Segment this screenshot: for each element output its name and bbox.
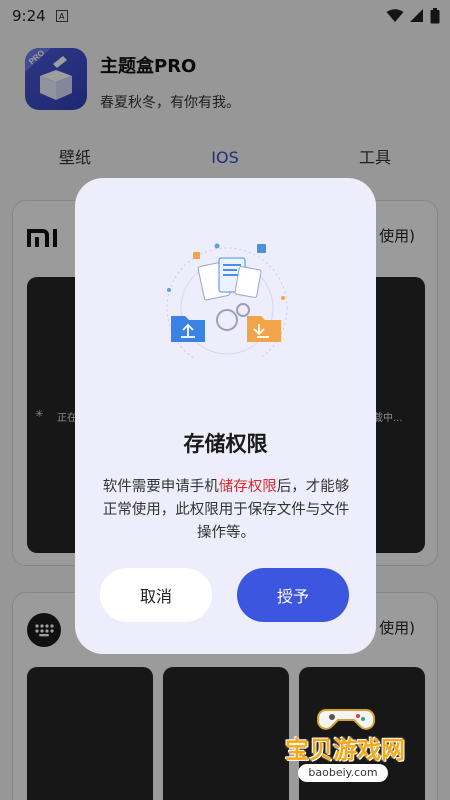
dialog-message-pre: 软件需要申请手机 [102,479,219,495]
watermark: 宝贝游戏网 baobeiy.com [270,700,430,790]
cancel-button[interactable]: 取消 [100,568,212,622]
dialog-message-highlight: 储存权限 [218,479,277,495]
permission-dialog: 存储权限 软件需要申请手机储存权限后，才能够正常使用，此权限用于保存文件与文件操… [75,178,376,654]
app-screen: 9:24 A PRO 主题盒PRO 春夏秋冬，有你有我。 壁纸 IOS 工具 使… [0,0,450,800]
dialog-message: 软件需要申请手机储存权限后，才能够正常使用，此权限用于保存文件与文件操作等。 [101,476,351,545]
grant-button[interactable]: 授予 [237,568,349,622]
watermark-url: baobeiy.com [298,764,388,782]
gamepad-icon [317,709,375,730]
watermark-text: 宝贝游戏网 [285,736,405,764]
storage-illustration-icon [166,243,288,358]
dialog-title: 存储权限 [183,432,268,456]
